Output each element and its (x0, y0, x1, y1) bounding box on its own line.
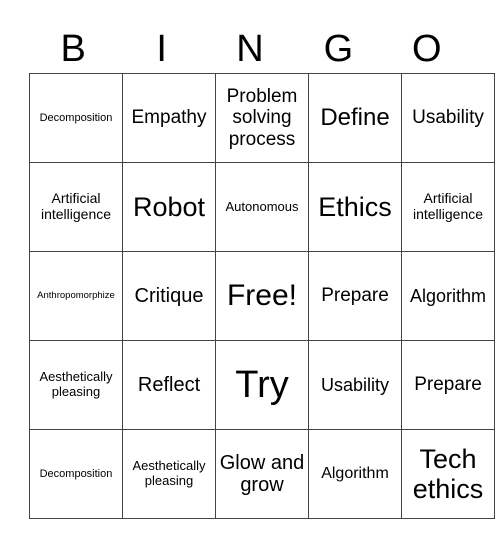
bingo-cell[interactable]: Algorithm (308, 429, 402, 519)
grid-row: Decomposition Aesthetically pleasing Glo… (29, 429, 495, 519)
bingo-cell[interactable]: Usability (401, 73, 495, 163)
bingo-cell[interactable]: Reflect (122, 340, 216, 430)
bingo-grid: Decomposition Empathy Problem solving pr… (29, 73, 495, 519)
bingo-cell[interactable]: Artificial intelligence (29, 162, 123, 252)
bingo-cell[interactable]: Tech ethics (401, 429, 495, 519)
bingo-cell[interactable]: Decomposition (29, 73, 123, 163)
header-letter-i: I (156, 28, 167, 70)
bingo-cell[interactable]: Critique (122, 251, 216, 341)
bingo-cell[interactable]: Autonomous (215, 162, 309, 252)
bingo-cell[interactable]: Try (215, 340, 309, 430)
header-letter-n: N (236, 28, 264, 70)
bingo-cell[interactable]: Define (308, 73, 402, 163)
bingo-cell[interactable]: Robot (122, 162, 216, 252)
bingo-header: B I N G O (29, 26, 471, 72)
bingo-cell[interactable]: Problem solving process (215, 73, 309, 163)
bingo-cell[interactable]: Glow and grow (215, 429, 309, 519)
grid-row: Anthropomorphize Critique Free! Prepare … (29, 251, 495, 341)
header-letter-b: B (60, 28, 86, 70)
bingo-cell[interactable]: Decomposition (29, 429, 123, 519)
bingo-cell[interactable]: Aesthetically pleasing (122, 429, 216, 519)
bingo-cell[interactable]: Artificial intelligence (401, 162, 495, 252)
header-letter-o: O (412, 28, 442, 70)
bingo-cell[interactable]: Prepare (401, 340, 495, 430)
bingo-cell[interactable]: Anthropomorphize (29, 251, 123, 341)
free-space-cell[interactable]: Free! (215, 251, 309, 341)
bingo-cell[interactable]: Aesthetically pleasing (29, 340, 123, 430)
grid-row: Aesthetically pleasing Reflect Try Usabi… (29, 340, 495, 430)
bingo-cell[interactable]: Empathy (122, 73, 216, 163)
grid-row: Decomposition Empathy Problem solving pr… (29, 73, 495, 163)
header-letter-g: G (323, 28, 354, 70)
bingo-cell[interactable]: Usability (308, 340, 402, 430)
bingo-cell[interactable]: Algorithm (401, 251, 495, 341)
bingo-cell[interactable]: Prepare (308, 251, 402, 341)
bingo-cell[interactable]: Ethics (308, 162, 402, 252)
grid-row: Artificial intelligence Robot Autonomous… (29, 162, 495, 252)
